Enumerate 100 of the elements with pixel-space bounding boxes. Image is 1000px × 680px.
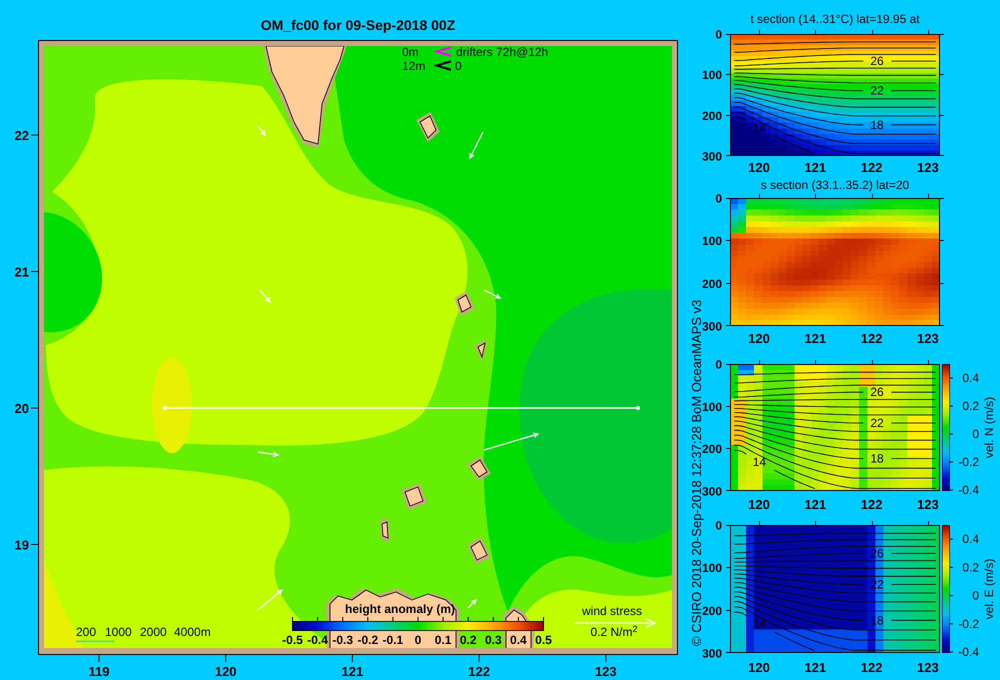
x-axis-label: 120 [748,331,770,346]
contour-label: 18 [870,613,884,628]
colorbar-tick-label: 0 [414,633,422,647]
x-axis-label: 121 [804,660,826,675]
colorbar-tick-label: 0.4 [510,633,527,647]
depth-legend-line [76,640,114,642]
colorbar-tick-label: 0.2 [962,560,979,574]
y-axis-label: 300 [702,150,722,164]
arrow-icon [484,432,540,451]
x-axis-label: 120 [748,497,770,512]
colorbar-tick-label: -0.4 [958,483,979,497]
x-axis-label: 122 [860,497,882,512]
colorbar-tick-label: 0.2 [962,399,979,413]
y-axis-label: 200 [702,108,722,123]
wind-stress-scale: 0.2 N/m$^{2}$ [590,626,638,638]
credit-text: © CSIRO 2018 20-Sep-2018 12:37:28 BoM OceanMAPS v3 [690,300,704,646]
colorbar-tick-label: 0.4 [962,371,979,385]
depth-legend-label: 2000 [140,625,167,639]
contour-label: 22 [870,416,884,430]
colorbar-title: height anomaly (m) [345,602,455,616]
drifter-marker-label: 0 [455,59,462,73]
y-axis-label: 0 [715,28,722,42]
y-axis-label: 300 [702,484,722,498]
island-icon [474,340,487,361]
y-axis-label: 100 [702,68,722,82]
contour-label: 26 [870,54,884,68]
contour-label: 26 [870,546,884,560]
arrow-icon [258,589,284,610]
y-axis-label: 22 [14,128,29,143]
colorbar-tick-label: 0.1 [434,633,452,647]
contour-label: 14 [752,121,766,135]
x-axis-label: 122 [860,660,882,675]
y-axis-label: 21 [14,264,29,280]
colorbar-tick-label: -0.1 [382,633,404,647]
contour-label: 18 [870,452,884,466]
arrow-icon [468,599,477,608]
island-icon [454,291,475,316]
depth-legend-label: 4000m [174,625,211,639]
colorbar-tick-label: 0.4 [962,532,979,546]
section-title: s section (33.1..35.2) lat=20 [760,178,910,192]
island-icon [416,112,440,142]
x-axis-label: 119 [88,664,110,679]
x-axis-label: 123 [594,664,617,679]
contour-label: 14 [752,454,766,469]
island-icon [401,483,427,510]
colorbar-label: vel. E (m/s) [982,558,996,620]
section-title: t section (14..31°C) lat=19.95 at [750,12,920,26]
colorbar-tick-label: 0.2 [460,633,477,647]
drifter-legend-label: drifters 72h@12h [456,45,548,59]
y-axis-label: 100 [702,234,722,248]
colorbar-tick-label: -0.2 [958,455,979,469]
colorbar-tick-label: 0.5 [535,633,552,647]
contour-label: 22 [870,577,884,592]
x-axis-label: 121 [804,497,826,512]
colorbar-tick-label: -0.5 [282,633,303,647]
wind-stress-label: wind stress [582,604,642,618]
island-icon [467,537,491,564]
colorbar-tick-label: 0.3 [484,633,502,647]
colorbar-tick-label: -0.4 [307,633,328,647]
y-axis-label: 100 [702,561,722,576]
x-axis-label: 120 [214,664,237,679]
x-axis-label: 123 [917,497,939,512]
x-axis-label: 123 [917,660,939,675]
contour-label: 14 [752,616,766,631]
y-axis-label: 300 [702,320,722,334]
island-icon [467,456,491,481]
contour-label: 26 [870,385,884,400]
x-axis-label: 122 [468,664,490,679]
colorbar-tick-label: -0.3 [332,633,354,647]
colorbar-tick-label: 0 [972,427,979,441]
arrow-icon [258,126,266,136]
arrow-icon [484,289,502,299]
colorbar-tick-label: -0.2 [958,616,979,631]
y-axis-label: 19 [14,538,29,552]
depth-label: 12m [402,59,426,73]
y-axis-label: 0 [715,192,722,206]
colorbar-tick-label: -0.4 [958,645,979,659]
contour-label: 18 [870,118,884,132]
x-axis-label: 122 [860,160,882,175]
island-icon [380,518,390,542]
x-axis-label: 121 [804,160,826,175]
depth-label: 0m [402,45,419,59]
y-axis-label: 0 [715,518,722,532]
x-axis-label: 123 [917,331,939,346]
contour-label: 22 [870,84,884,98]
y-axis-label: 200 [702,276,722,291]
y-axis-label: 200 [702,604,722,618]
x-axis-label: 121 [342,664,364,679]
arrow-icon [469,132,484,160]
depth-legend-label: 200 [76,625,96,639]
x-axis-label: 122 [860,331,882,346]
y-axis-label: 200 [702,442,722,456]
x-axis-label: 123 [917,160,939,175]
arrow-icon [260,290,271,304]
y-axis-label: 20 [14,401,29,416]
y-axis-label: 0 [715,358,722,372]
arrow-icon [258,451,280,458]
depth-legend-label: 1000 [105,625,132,639]
x-axis-label: 120 [748,160,770,175]
map-title: OM_fc00 for 09-Sep-2018 00Z [260,17,456,33]
